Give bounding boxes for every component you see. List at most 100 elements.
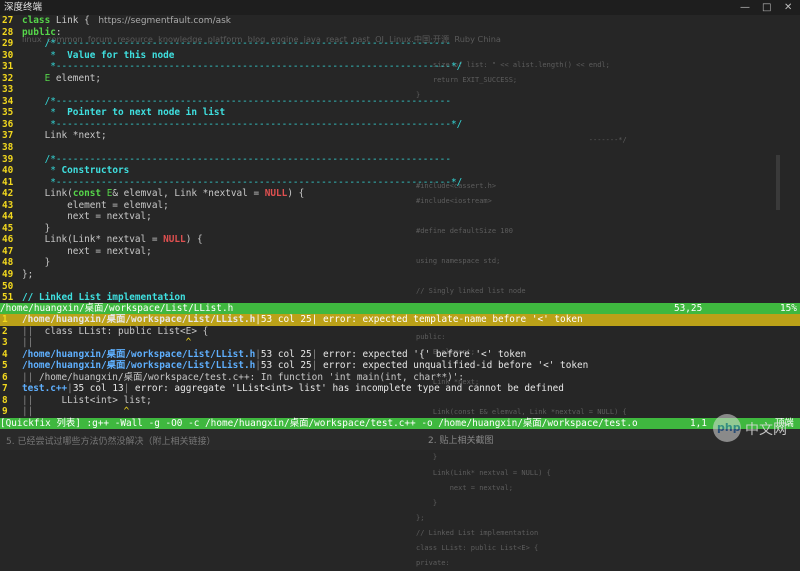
code-token: /home/huangxin/桌面/workspace/List/LList.h [22, 314, 256, 325]
line-number: 46 [2, 234, 14, 246]
code-token: NULL [264, 188, 288, 200]
code-token: 53 col 25 [260, 348, 312, 360]
code-line[interactable]: 29 /*-----------------------------------… [0, 38, 800, 50]
code-token: * [22, 107, 68, 119]
code-token: & elemval, Link *nextval = [112, 188, 265, 200]
code-token: const [72, 188, 102, 200]
line-number: 51 [2, 292, 14, 304]
quickfix-row[interactable]: 2 || class LList: public List<E> { [0, 326, 800, 338]
code-token: 53 col 25 [260, 314, 312, 325]
code-line[interactable]: 37 Link *next; [0, 130, 800, 142]
footer-left-text: 5. 已经尝试过哪些方法仍然没解决（附上相关链接） [6, 437, 216, 447]
code-token: ) { [185, 234, 203, 246]
code-token: }; [22, 269, 34, 281]
code-token: /home/huangxin/桌面/workspace/test.c++: In… [38, 371, 465, 383]
code-token: 35 col 13 [72, 383, 124, 395]
code-line[interactable]: 28 public: [0, 27, 800, 39]
code-line[interactable]: 35 * Pointer to next node in list [0, 107, 800, 119]
line-number: 45 [2, 222, 14, 234]
line-number: 47 [2, 245, 14, 257]
code-line[interactable]: 46 Link(Link* nextval = NULL) { [0, 234, 800, 246]
page-footer: 5. 已经尝试过哪些方法仍然没解决（附上相关链接） 2. 贴上相关截图 [0, 429, 800, 450]
line-number: 49 [2, 269, 14, 281]
quickfix-row[interactable]: 3 || ^ [0, 337, 800, 349]
code-token: /home/huangxin/桌面/workspace/List/LList.h [22, 348, 256, 360]
line-number: 6 [2, 371, 8, 383]
line-number: 33 [2, 84, 14, 96]
code-editor-pane[interactable]: 27 class Link { https://segmentfault.com/… [0, 15, 800, 327]
code-line[interactable]: 43 element = elemval; [0, 200, 800, 212]
code-token: class LList: public List<E> { [38, 325, 209, 337]
line-number: 1 [2, 314, 8, 325]
code-line[interactable]: 34 /*-----------------------------------… [0, 96, 800, 108]
code-token: /*--------------------------------------… [22, 95, 451, 107]
quickfix-row[interactable]: 1/home/huangxin/桌面/workspace/List/LList.… [0, 314, 800, 326]
code-line[interactable]: 36 *------------------------------------… [0, 119, 800, 131]
code-token: test.c++ [22, 383, 68, 395]
code-token: Link { [50, 15, 90, 26]
code-line[interactable]: 27 class Link { https://segmentfault.com/… [0, 15, 800, 27]
line-number: 9 [2, 406, 8, 418]
watermark-site-name: 中文网 [745, 422, 787, 438]
code-line[interactable]: 42 Link(const E& elemval, Link *nextval … [0, 188, 800, 200]
close-icon[interactable]: ✕ [784, 0, 792, 15]
line-number: 32 [2, 72, 14, 84]
code-line[interactable]: 45 } [0, 223, 800, 235]
code-token: /*--------------------------------------… [22, 38, 451, 50]
code-token: } [22, 222, 51, 234]
code-token: next = nextval; [22, 245, 152, 257]
editor-file-path: /home/huangxin/桌面/workspace/List/LList.h [0, 303, 234, 314]
quickfix-row[interactable]: 9 || ^ [0, 406, 800, 418]
php-logo-icon: php [713, 414, 741, 442]
code-line[interactable]: 49}; [0, 269, 800, 281]
quickfix-row[interactable]: 6 || /home/huangxin/桌面/workspace/test.c++… [0, 372, 800, 384]
code-line[interactable]: 51 // Linked List implementation [0, 292, 800, 304]
code-line[interactable]: 47 next = nextval; [0, 246, 800, 258]
code-token: class [22, 15, 51, 26]
code-line[interactable]: 30 * Value for this node [0, 50, 800, 62]
code-token: : [55, 26, 62, 38]
maximize-icon[interactable]: □ [762, 0, 771, 15]
code-line[interactable]: 41 *------------------------------------… [0, 177, 800, 189]
code-line[interactable]: 44 next = nextval; [0, 211, 800, 223]
quickfix-row[interactable]: 4/home/huangxin/桌面/workspace/List/LList.… [0, 349, 800, 361]
code-line[interactable]: 32 E element; [0, 73, 800, 85]
code-token: *---------------------------------------… [22, 61, 463, 73]
line-number: 27 [2, 15, 14, 26]
quickfix-row[interactable]: 5/home/huangxin/桌面/workspace/List/LList.… [0, 360, 800, 372]
code-token: Link *next; [22, 130, 107, 142]
code-token: element; [50, 72, 102, 84]
code-line[interactable]: 31 *------------------------------------… [0, 61, 800, 73]
quickfix-row[interactable]: 8 || LList<int> list; [0, 395, 800, 407]
code-line[interactable]: 48 } [0, 257, 800, 269]
code-line[interactable]: 40 * Constructors [0, 165, 800, 177]
code-line[interactable]: 39 /*-----------------------------------… [0, 154, 800, 166]
line-number: 31 [2, 61, 14, 73]
code-token: *---------------------------------------… [22, 176, 463, 188]
line-number: 39 [2, 153, 14, 165]
quickfix-title: [Quickfix 列表] [0, 418, 81, 429]
code-token: ^ [38, 406, 130, 418]
quickfix-command: :g++ -Wall -g -O0 -c /home/huangxin/桌面/w… [86, 418, 638, 429]
code-token: Constructors [61, 165, 130, 177]
quickfix-list[interactable]: 1/home/huangxin/桌面/workspace/List/LList.… [0, 314, 800, 429]
code-token: // Linked List implementation [22, 292, 186, 304]
quickfix-row[interactable]: 7 test.c++|35 col 13| error: aggregate 'L… [0, 383, 800, 395]
code-token: error: aggregate 'LList<int> list' has i… [129, 383, 564, 395]
line-number: 43 [2, 199, 14, 211]
line-number: 37 [2, 130, 14, 142]
site-watermark: php 中文网 [713, 410, 797, 446]
code-token: /home/huangxin/桌面/workspace/List/LList.h [22, 360, 256, 372]
code-line[interactable]: 33 [0, 84, 800, 96]
code-line[interactable]: 38 [0, 142, 800, 154]
code-token: Value for this node [67, 49, 175, 61]
editor-scroll-percent: 15% [780, 303, 797, 314]
line-number: 41 [2, 176, 14, 188]
code-token: || [22, 325, 39, 337]
minimize-icon[interactable]: — [740, 0, 750, 15]
code-token: E [22, 72, 51, 84]
code-line[interactable]: 50 [0, 281, 800, 293]
line-number: 7 [2, 383, 8, 395]
window-titlebar: 深度终端 — □ ✕ [0, 0, 800, 15]
line-number: 3 [2, 337, 8, 349]
